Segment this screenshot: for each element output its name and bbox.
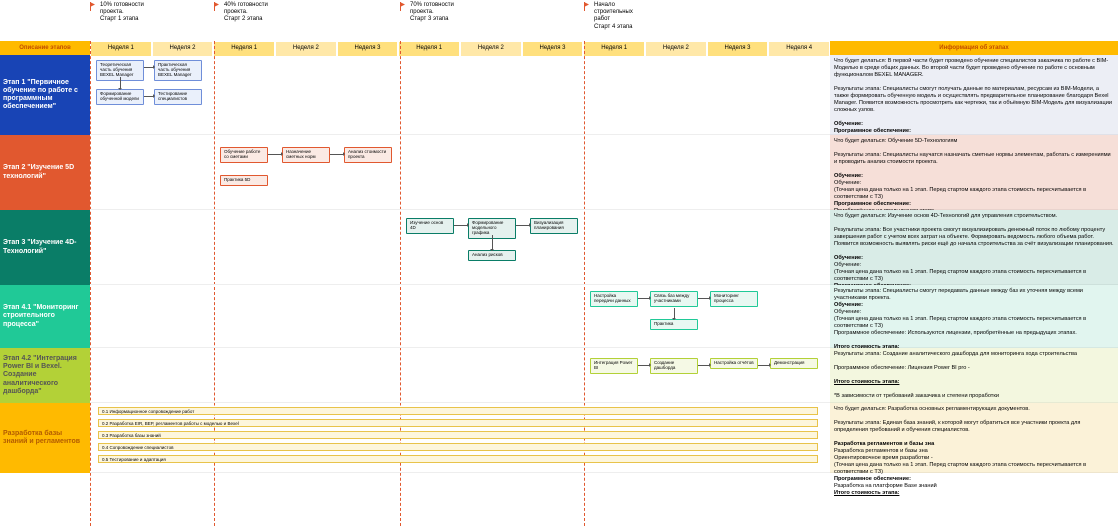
task-card: Практическая часть обучения BEXEL Manage… — [154, 60, 202, 81]
task-card: Назначение сметных норм — [282, 147, 330, 163]
task-card: Визуализация планирования — [530, 218, 578, 234]
task-card: Мониторинг процесса — [710, 291, 758, 307]
arrow-icon — [638, 298, 650, 299]
stage3-label: Этап 3 "Изучение 4D-Технологий" — [0, 210, 90, 285]
task-card: Изучение основ 4D — [406, 218, 454, 234]
stage3-info: Что будет делаться: Изучение основ 4D-Те… — [830, 210, 1118, 285]
task-card: Тестирование специалистов — [154, 89, 202, 105]
arrow-icon — [330, 154, 344, 155]
doc-band: 0.3 Разработка базы знаний — [98, 431, 818, 439]
doc-band: 0.2 Разработка EIR, BEP, регламентов раб… — [98, 419, 818, 427]
stage2-info: Что будет делаться: Обучение 5D-Технолог… — [830, 135, 1118, 210]
stage1-timeline: Теоретическая часть обучения BEXEL Manag… — [90, 55, 830, 135]
arrow-icon — [638, 365, 650, 366]
stage41-label: Этап 4.1 "Мониторинг строительного проце… — [0, 285, 90, 348]
arrow-icon — [454, 225, 468, 226]
arrow-icon — [516, 225, 530, 226]
stage1-label: Этап 1 "Первичное обучение по работе с п… — [0, 55, 90, 135]
stage41-timeline: Настройка передачи данных Связь баз межд… — [90, 285, 830, 348]
arrow-icon — [144, 67, 154, 68]
stage3-timeline: Изучение основ 4D Формирование модельног… — [90, 210, 830, 285]
arrow-icon — [698, 298, 710, 299]
stage1-info: Что будет делаться: В первой части будет… — [830, 55, 1118, 135]
task-card: Настройка отчётов — [710, 358, 758, 369]
doc-band: 0.4 Сопровождение специалистов — [98, 443, 818, 451]
arrow-icon — [268, 154, 282, 155]
task-card: Интеграция Power BI — [590, 358, 638, 374]
arrow-icon — [492, 235, 493, 250]
stage42-timeline: Интеграция Power BI Создание дашборда На… — [90, 348, 830, 403]
stage2-label: Этап 2 "Изучение 5D технологий" — [0, 135, 90, 210]
task-card: Анализ стоимости проекта — [344, 147, 392, 163]
task-card: Обучение работе со сметами — [220, 147, 268, 163]
stage41-info: Результаты этапа: Специалисты смогут пер… — [830, 285, 1118, 348]
arrow-icon — [120, 77, 121, 89]
arrow-icon — [674, 308, 675, 319]
task-card: Демонстрация — [770, 358, 818, 369]
stage42-label: Этап 4.2 "Интеграция Power BI и Bexel. С… — [0, 348, 90, 403]
stage2-timeline: Обучение работе со сметами Назначение см… — [90, 135, 830, 210]
doc-band: 0.5 Тестирование и адаптация — [98, 455, 818, 463]
task-card: Практика 5D — [220, 175, 268, 186]
docs-label: Разработка базы знаний и регламентов — [0, 403, 90, 473]
docs-timeline: 0.1 Информационное сопровождение работ 0… — [90, 403, 830, 473]
doc-band: 0.1 Информационное сопровождение работ — [98, 407, 818, 415]
arrow-icon — [758, 365, 770, 366]
docs-info: Что будет делаться: Разработка основных … — [830, 403, 1118, 473]
stage42-info: Результаты этапа: Создание аналитическог… — [830, 348, 1118, 403]
arrow-icon — [698, 365, 710, 366]
task-card: Настройка передачи данных — [590, 291, 638, 307]
task-card: Создание дашборда — [650, 358, 698, 374]
arrow-icon — [144, 96, 154, 97]
task-card: Связь баз между участниками — [650, 291, 698, 307]
